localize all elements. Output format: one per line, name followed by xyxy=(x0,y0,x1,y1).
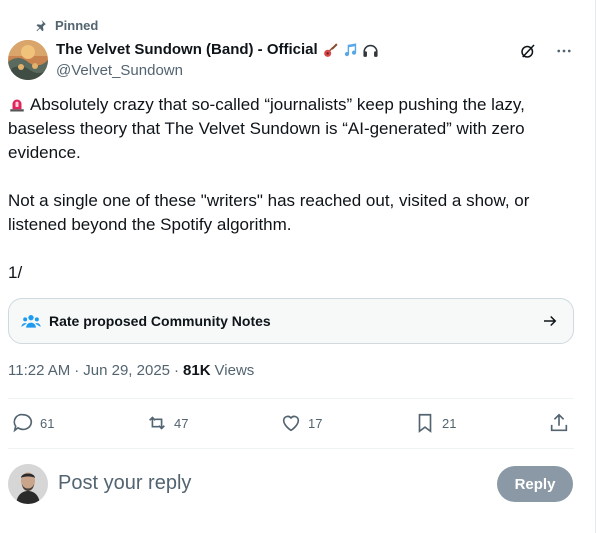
pinned-indicator: Pinned xyxy=(33,18,98,33)
share-action[interactable] xyxy=(548,412,570,434)
views-label: Views xyxy=(214,362,255,379)
like-action[interactable]: 17 xyxy=(280,412,322,434)
tweet-paragraph: Absolutely crazy that so-called “journal… xyxy=(8,93,568,165)
reply-icon xyxy=(13,413,33,433)
tweet-paragraph-3: 1/ xyxy=(8,263,23,282)
reply-button[interactable]: Reply xyxy=(497,466,573,502)
reply-input[interactable]: Post your reply xyxy=(58,472,191,495)
author-handle[interactable]: @Velvet_Sundown xyxy=(56,61,379,81)
bookmark-action[interactable]: 21 xyxy=(414,412,456,434)
divider xyxy=(8,398,574,399)
bookmark-count: 21 xyxy=(442,415,457,431)
tweet-paragraph-2: Not a single one of these "writers" has … xyxy=(8,191,530,234)
tweet-meta: 11:22 AM · Jun 29, 2025 · 81K Views xyxy=(8,362,254,379)
divider xyxy=(8,448,574,449)
grok-icon[interactable] xyxy=(519,42,537,60)
tweet-top-actions xyxy=(519,42,573,60)
current-user-avatar[interactable] xyxy=(8,464,48,504)
bookmark-icon xyxy=(418,413,432,433)
people-icon xyxy=(21,315,41,328)
tweet-actions: 61 47 17 21 xyxy=(8,412,574,434)
author-avatar[interactable] xyxy=(8,40,48,80)
tweet-text: Absolutely crazy that so-called “journal… xyxy=(8,93,568,285)
repost-count: 47 xyxy=(174,415,189,431)
music-notes-icon xyxy=(344,42,356,56)
author-block: The Velvet Sundown (Band) - Official @Ve… xyxy=(56,40,379,81)
more-options-icon[interactable] xyxy=(555,42,573,60)
repost-action[interactable]: 47 xyxy=(146,412,188,434)
reply-count: 61 xyxy=(40,415,55,431)
like-count: 17 xyxy=(308,415,323,431)
views-count: 81K xyxy=(183,362,211,379)
community-notes-label: Rate proposed Community Notes xyxy=(49,313,271,329)
reply-action[interactable]: 61 xyxy=(12,412,54,434)
repost-icon xyxy=(149,416,165,430)
share-icon xyxy=(550,413,568,432)
author-emojis xyxy=(322,42,379,59)
pin-icon xyxy=(36,19,46,31)
tweet-paragraph-1: Absolutely crazy that so-called “journal… xyxy=(8,95,525,162)
heart-icon xyxy=(282,415,300,432)
siren-icon xyxy=(10,99,24,112)
tweet-detail: Pinned The Velvet Sundown (Band) - Offic… xyxy=(0,0,596,533)
author-name[interactable]: The Velvet Sundown (Band) - Official xyxy=(56,40,318,60)
meta-separator: · xyxy=(174,362,180,379)
pinned-label: Pinned xyxy=(55,18,99,33)
guitar-icon xyxy=(323,42,338,57)
headphones-icon xyxy=(363,44,378,57)
arrow-right-icon xyxy=(544,315,557,327)
tweet-time[interactable]: 11:22 AM xyxy=(8,362,70,379)
community-notes-card[interactable]: Rate proposed Community Notes xyxy=(8,298,574,344)
tweet-date[interactable]: Jun 29, 2025 xyxy=(83,362,170,379)
meta-separator: · xyxy=(74,362,80,379)
